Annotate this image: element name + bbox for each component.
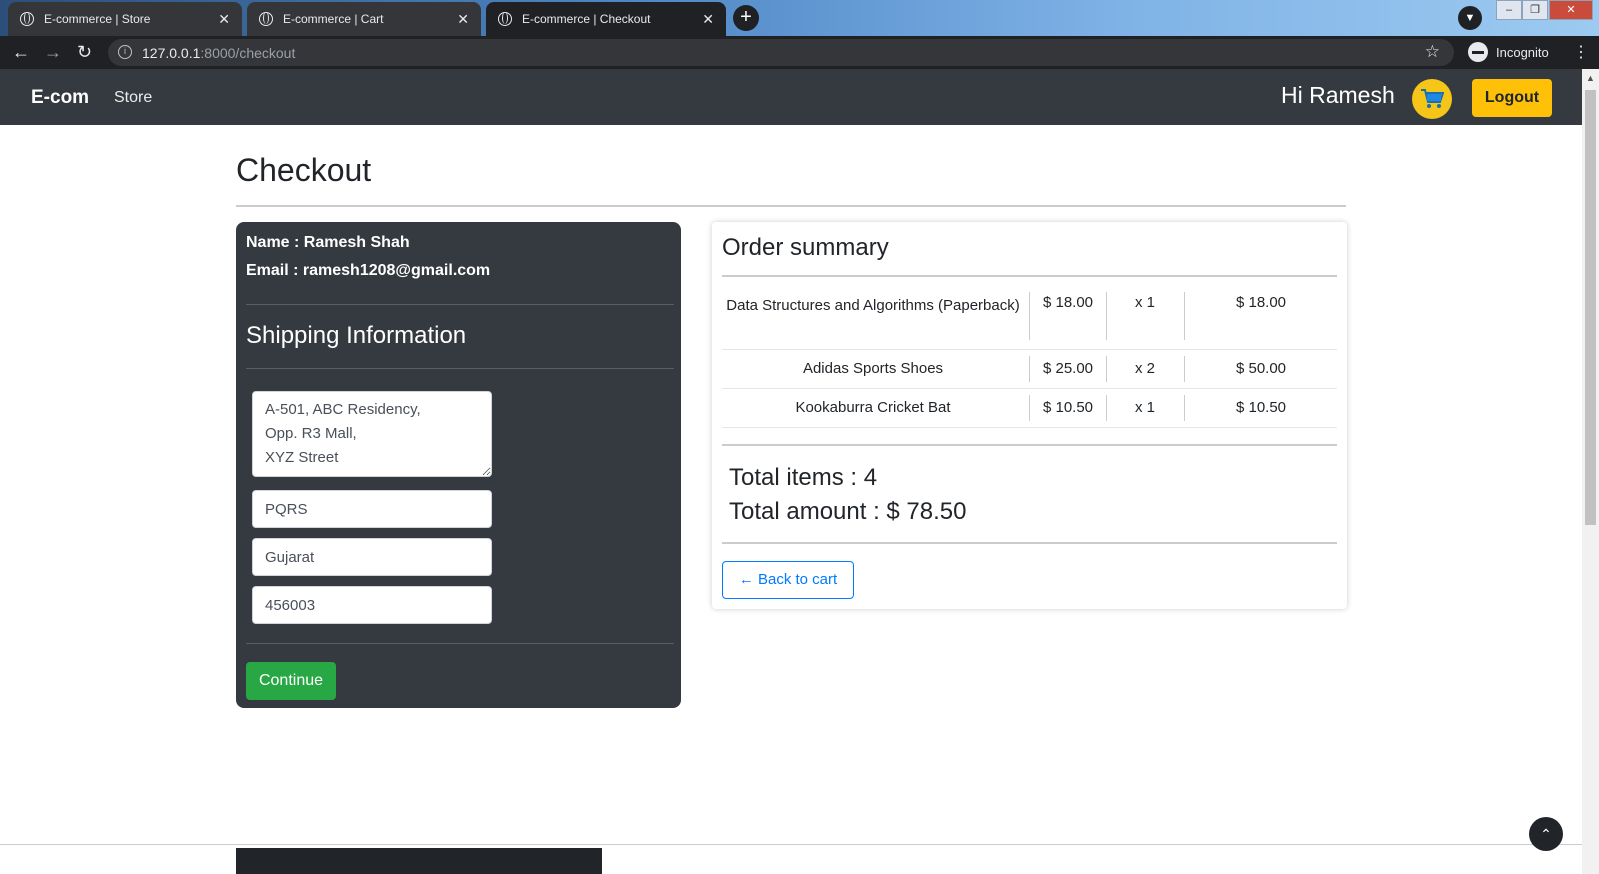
scroll-to-top-button[interactable]: ⌃ [1529, 817, 1563, 851]
state-field[interactable] [252, 538, 492, 576]
order-row: Data Structures and Algorithms (Paperbac… [722, 288, 1337, 350]
divider [246, 304, 674, 305]
cart-glyph [1421, 89, 1444, 108]
divider [246, 368, 674, 369]
zipcode-field[interactable] [252, 586, 492, 624]
scroll-thumb[interactable] [1585, 90, 1596, 525]
cart-icon[interactable] [1412, 79, 1452, 119]
forward-arrow-icon[interactable]: → [44, 42, 62, 63]
brand-link[interactable]: E-com [31, 87, 89, 109]
total-items: Total items : 4 [729, 464, 878, 491]
tab-title: E-commerce | Store [44, 12, 151, 26]
item-name: Data Structures and Algorithms (Paperbac… [726, 297, 1020, 314]
scroll-up-icon[interactable]: ▲ [1586, 73, 1595, 83]
item-total: $ 18.00 [1235, 294, 1287, 311]
site-navbar: E-com Store Hi Ramesh Logout [0, 69, 1582, 125]
menu-kebab-icon[interactable]: ⋮ [1573, 42, 1589, 62]
tab-search-icon[interactable]: ▼ [1458, 6, 1482, 30]
browser-tab-strip: E-commerce | Store ✕ E-commerce | Cart ✕… [0, 0, 1599, 36]
browser-toolbar: ← → ↻ i 127.0.0.1:8000/checkout ☆ Incogn… [0, 36, 1599, 69]
footer-block [236, 848, 602, 874]
title-divider [236, 205, 1346, 207]
page-scrollbar[interactable]: ▲ [1582, 69, 1599, 874]
tab-checkout[interactable]: E-commerce | Checkout ✕ [486, 2, 726, 36]
divider [722, 444, 1337, 446]
close-icon[interactable]: ✕ [218, 11, 230, 28]
continue-button[interactable]: Continue [246, 662, 336, 700]
page-title: Checkout [236, 152, 372, 188]
divider [246, 643, 674, 644]
order-summary-card: Order summary Data Structures and Algori… [712, 222, 1347, 609]
close-icon[interactable]: ✕ [702, 11, 714, 28]
item-qty: x 1 [1134, 399, 1155, 416]
tab-store[interactable]: E-commerce | Store ✕ [8, 2, 242, 36]
item-price: $ 10.50 [1042, 399, 1094, 416]
item-qty: x 2 [1134, 360, 1155, 377]
logout-button[interactable]: Logout [1472, 79, 1552, 117]
url-text: 127.0.0.1:8000/checkout [142, 45, 295, 61]
user-name: Name : Ramesh Shah [246, 234, 410, 251]
url-path: :8000/checkout [200, 45, 296, 61]
item-name: Kookaburra Cricket Bat [795, 399, 951, 416]
chevron-up-icon: ⌃ [1540, 826, 1552, 842]
item-total: $ 10.50 [1235, 399, 1287, 416]
divider [722, 275, 1337, 277]
bookmark-star-icon[interactable]: ☆ [1425, 42, 1440, 62]
city-field[interactable] [252, 490, 492, 528]
order-row: Adidas Sports Shoes $ 25.00 x 2 $ 50.00 [722, 350, 1337, 389]
url-host: 127.0.0.1 [142, 45, 201, 61]
incognito-label: Incognito [1496, 44, 1549, 60]
item-qty: x 1 [1134, 294, 1155, 311]
total-amount: Total amount : $ 78.50 [729, 498, 967, 525]
order-row: Kookaburra Cricket Bat $ 10.50 x 1 $ 10.… [722, 389, 1337, 428]
reload-icon[interactable]: ↻ [77, 42, 92, 63]
order-summary-heading: Order summary [722, 234, 889, 261]
user-email: Email : ramesh1208@gmail.com [246, 262, 491, 279]
tab-cart[interactable]: E-commerce | Cart ✕ [247, 2, 481, 36]
minimize-button[interactable]: – [1496, 0, 1522, 20]
restore-button[interactable]: ❐ [1522, 0, 1548, 20]
close-icon[interactable]: ✕ [457, 11, 469, 28]
left-arrow-icon: ← [738, 571, 754, 588]
tab-title: E-commerce | Checkout [522, 12, 651, 26]
user-greeting: Hi Ramesh [1281, 82, 1395, 108]
incognito-icon [1468, 42, 1488, 62]
divider [722, 542, 1337, 544]
globe-icon [259, 12, 273, 26]
incognito-indicator[interactable]: Incognito [1468, 42, 1549, 62]
back-to-cart-button[interactable]: ← Back to cart [722, 561, 854, 599]
globe-icon [20, 12, 34, 26]
address-field[interactable] [252, 391, 492, 477]
nav-store-link[interactable]: Store [114, 89, 152, 107]
new-tab-button[interactable]: + [733, 5, 759, 31]
item-name: Adidas Sports Shoes [802, 360, 944, 377]
window-close-button[interactable]: ✕ [1549, 0, 1593, 20]
shipping-heading: Shipping Information [246, 322, 467, 349]
footer-divider [0, 844, 1582, 845]
item-total: $ 50.00 [1235, 360, 1287, 377]
back-arrow-icon[interactable]: ← [12, 42, 30, 63]
globe-icon [498, 12, 512, 26]
item-price: $ 25.00 [1042, 360, 1094, 377]
user-shipping-card: Name : Ramesh Shah Email : ramesh1208@gm… [236, 222, 681, 708]
back-to-cart-label: Back to cart [757, 571, 838, 588]
tab-title: E-commerce | Cart [283, 12, 384, 26]
item-price: $ 18.00 [1042, 294, 1094, 311]
info-icon[interactable]: i [118, 45, 132, 59]
address-bar[interactable]: i 127.0.0.1:8000/checkout ☆ [108, 39, 1454, 66]
